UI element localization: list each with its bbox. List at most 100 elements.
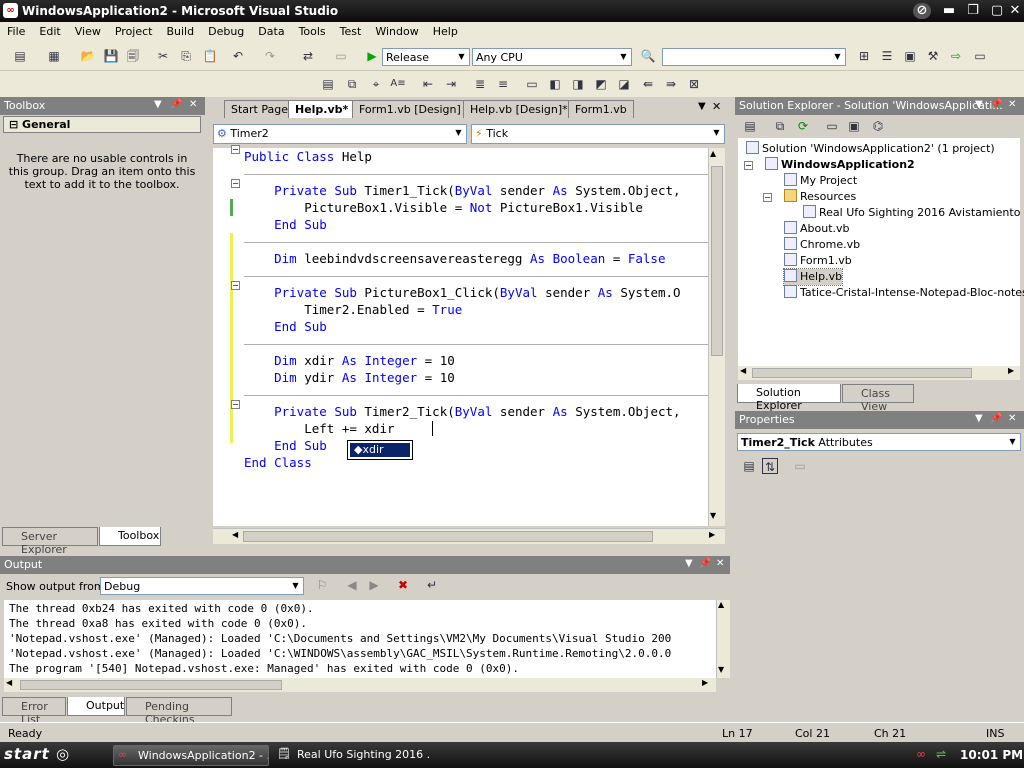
clear-all-icon[interactable]: ✖ <box>395 577 411 593</box>
properties-object-select[interactable]: Timer2_Tick Attributes ▼ <box>737 433 1021 451</box>
solution-tree-item[interactable]: Chrome.vb <box>784 237 860 253</box>
refresh-icon[interactable]: ⟳ <box>795 118 811 134</box>
collapse-icon[interactable]: − <box>231 145 240 154</box>
save-icon[interactable]: 💾 <box>103 48 119 64</box>
decrease-indent-icon[interactable]: ⇤ <box>420 76 436 92</box>
scroll-up-icon[interactable]: ▲ <box>710 149 716 158</box>
close-document-icon[interactable]: ✕ <box>712 100 721 113</box>
cut-icon[interactable]: ✂ <box>155 48 171 64</box>
tab-server-explorer[interactable]: Server Explorer <box>2 527 98 556</box>
code-line[interactable]: Private Sub PictureBox1_Click(ByVal send… <box>244 284 680 301</box>
scroll-thumb[interactable] <box>711 166 723 356</box>
help-circle-icon[interactable]: ⊘ <box>913 3 931 19</box>
code-line[interactable]: Dim leebindvdscreensavereasteregg As Boo… <box>244 250 665 267</box>
platform-select[interactable]: Any CPU ▼ <box>472 48 632 66</box>
next-bookmark-icon[interactable]: ◨ <box>570 76 586 92</box>
menu-project[interactable]: Project <box>108 22 160 43</box>
prev-bookmark-doc-icon[interactable]: ⇚ <box>640 76 656 92</box>
find-in-files-icon[interactable]: 🔍 <box>640 48 656 64</box>
solution-tree-item[interactable]: Solution 'WindowsApplication2' (1 projec… <box>746 141 995 157</box>
solution-explorer-icon[interactable]: ⊞ <box>856 48 872 64</box>
menu-build[interactable]: Build <box>159 22 201 43</box>
code-line[interactable]: Private Sub Timer1_Tick(ByVal sender As … <box>244 182 680 199</box>
show-all-files-icon[interactable]: ⧉ <box>772 118 788 134</box>
scroll-down-icon[interactable]: ▼ <box>710 511 716 520</box>
pin-icon[interactable]: 📌 <box>170 99 182 110</box>
close-button[interactable]: ✕ <box>1006 3 1024 19</box>
class-diagram-icon[interactable]: ⌬ <box>870 118 886 134</box>
output-vertical-scrollbar[interactable]: ▲ ▼ <box>716 600 730 678</box>
scroll-left-icon[interactable]: ◀ <box>232 530 238 539</box>
intellisense-item[interactable]: ◆xdir <box>350 443 410 457</box>
code-line[interactable]: Private Sub Timer2_Tick(ByVal sender As … <box>244 403 680 420</box>
tab-output[interactable]: Output <box>67 697 125 716</box>
scroll-thumb[interactable] <box>20 680 282 690</box>
save-all-icon[interactable]: 🗐 <box>125 48 141 64</box>
scroll-left-icon[interactable]: ◀ <box>740 366 746 375</box>
active-files-icon[interactable]: ▼ <box>698 101 706 112</box>
code-line[interactable]: End Sub <box>244 318 327 335</box>
dropdown-arrow-icon[interactable]: ▼ <box>975 413 983 424</box>
add-item-icon[interactable]: ▦ <box>46 48 62 64</box>
method-name-select[interactable]: ⚡ Tick ▼ <box>471 124 725 144</box>
close-icon[interactable]: ✕ <box>716 558 724 569</box>
tray-network-icon[interactable]: ⇌ <box>936 747 946 761</box>
pin-icon[interactable]: 📌 <box>990 99 1002 110</box>
dropdown-arrow-icon[interactable]: ▼ <box>685 558 693 569</box>
close-icon[interactable]: ✕ <box>1008 413 1016 424</box>
uncomment-icon[interactable]: ≡ <box>495 76 511 92</box>
close-icon[interactable]: ✕ <box>1008 99 1016 110</box>
solution-tree-item[interactable]: Tatice-Cristal-Intense-Notepad-Bloc-note… <box>784 285 1024 301</box>
class-name-select[interactable]: ⚙ Timer2 ▼ <box>213 124 467 144</box>
scroll-right-icon[interactable]: ▶ <box>702 678 708 687</box>
scroll-thumb[interactable] <box>243 531 653 542</box>
solution-tree-item[interactable]: Form1.vb <box>784 253 852 269</box>
undo-icon[interactable]: ↶ <box>230 48 246 64</box>
tab-error-list[interactable]: Error List <box>2 697 66 726</box>
alphabetical-icon[interactable]: ⇅ <box>762 458 778 474</box>
tray-vs-icon[interactable]: ∞ <box>916 747 926 761</box>
copy-icon[interactable]: ⎘ <box>178 48 194 64</box>
menu-view[interactable]: View <box>68 22 108 43</box>
toolbox-icon[interactable]: ⚒ <box>925 48 941 64</box>
collapse-icon[interactable]: − <box>744 161 753 170</box>
tab-solution-explorer[interactable]: Solution Explorer <box>737 384 841 412</box>
find-message-icon[interactable]: ⚐ <box>314 577 330 593</box>
scroll-thumb[interactable] <box>752 368 972 378</box>
taskbar-item-vs[interactable]: ∞ WindowsApplication2 - ... <box>113 745 269 766</box>
menu-window[interactable]: Window <box>368 22 425 43</box>
solution-tree-item[interactable]: About.vb <box>784 221 850 237</box>
tab-form1-design[interactable]: Form1.vb [Design] <box>352 100 468 118</box>
menu-tools[interactable]: Tools <box>292 22 333 43</box>
dropdown-arrow-icon[interactable]: ▼ <box>154 99 162 110</box>
output-source-select[interactable]: Debug ▼ <box>100 577 304 595</box>
clear-bookmarks-icon[interactable]: ⊠ <box>686 76 702 92</box>
code-line[interactable]: End Sub <box>244 216 327 233</box>
tab-form1-vb[interactable]: Form1.vb <box>568 100 634 118</box>
minimize-button[interactable]: ▬ <box>940 3 958 19</box>
prev-bookmark-folder-icon[interactable]: ◩ <box>593 76 609 92</box>
solution-horizontal-scrollbar[interactable]: ◀ ▶ <box>738 366 1020 380</box>
property-pages-icon[interactable]: ▭ <box>792 458 808 474</box>
editor-horizontal-scrollbar[interactable]: ◀ ▶ <box>213 528 725 544</box>
scroll-up-icon[interactable]: ▲ <box>718 600 724 609</box>
parameter-info-icon[interactable]: ⧉ <box>344 76 360 92</box>
next-bookmark-folder-icon[interactable]: ◪ <box>616 76 632 92</box>
solution-tree-item[interactable]: Resources <box>784 189 856 205</box>
solution-tree-item[interactable]: Real Ufo Sighting 2016 Avistamiento Ovni <box>803 205 1024 221</box>
code-line[interactable]: Timer2.Enabled = True <box>244 301 462 318</box>
collapse-icon[interactable]: − <box>763 193 772 202</box>
view-designer-icon[interactable]: ▣ <box>846 118 862 134</box>
code-line[interactable]: Dim xdir As Integer = 10 <box>244 352 455 369</box>
properties-icon[interactable]: ▤ <box>742 118 758 134</box>
increase-indent-icon[interactable]: ⇥ <box>443 76 459 92</box>
menu-help[interactable]: Help <box>426 22 465 43</box>
maximize-button[interactable]: ▢ <box>988 3 1006 19</box>
prev-message-icon[interactable]: ◀ <box>344 577 360 593</box>
code-line[interactable]: PictureBox1.Visible = Not PictureBox1.Vi… <box>244 199 643 216</box>
navigate-icon[interactable]: ⇄ <box>300 48 316 64</box>
bookmark-icon[interactable]: ▭ <box>524 76 540 92</box>
view-code-icon[interactable]: ▭ <box>824 118 840 134</box>
scroll-left-icon[interactable]: ◀ <box>6 678 12 687</box>
scroll-right-icon[interactable]: ▶ <box>709 530 715 539</box>
